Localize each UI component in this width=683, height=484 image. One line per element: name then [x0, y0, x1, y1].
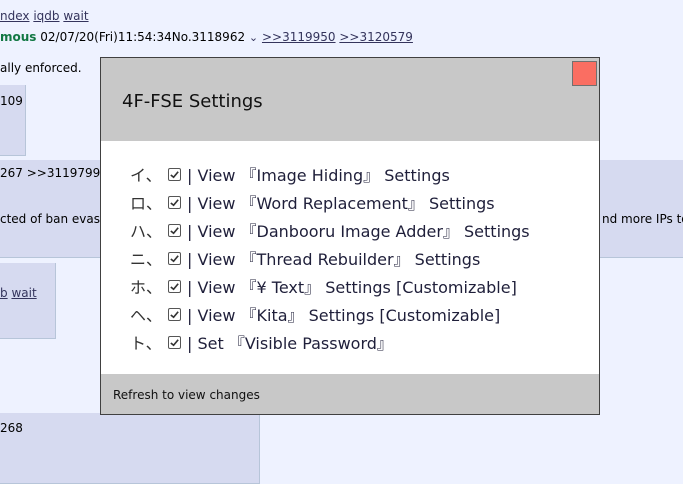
close-button[interactable]	[572, 61, 597, 86]
settings-dialog: 4F-FSE Settings イ、 | View 『Image Hiding』…	[100, 57, 600, 415]
option-marker: イ、	[130, 166, 162, 185]
dialog-footer: Refresh to view changes	[101, 374, 599, 414]
reply-links: b wait	[0, 286, 37, 300]
backlink[interactable]: >>3120579	[339, 30, 413, 44]
option-label: | View 『Word Replacement』 Settings	[187, 194, 495, 213]
option-thread-rebuilder: ニ、 | View 『Thread Rebuilder』 Settings	[130, 247, 480, 269]
wait-link[interactable]: wait	[11, 286, 36, 300]
option-marker: ヘ、	[130, 306, 163, 325]
reply-text: cted of ban evasio	[0, 212, 111, 226]
option-marker: ハ、	[130, 222, 163, 241]
option-danbooru-image-adder: ハ、 | View 『Danbooru Image Adder』 Setting…	[130, 219, 530, 241]
option-label: | View 『Thread Rebuilder』 Settings	[187, 250, 481, 269]
reply-post: 109	[0, 85, 26, 156]
chevron-down-icon[interactable]: ⌄	[249, 31, 258, 44]
reply-id: 109	[0, 94, 23, 108]
option-yen-text: ホ、 | View 『¥ Text』 Settings [Customizabl…	[130, 275, 517, 297]
post-date: 02/07/20(Fri)11:54:34	[40, 30, 172, 44]
index-link[interactable]: ndex	[0, 9, 30, 23]
poster-name: mous	[0, 30, 37, 44]
view-image-hiding-checkbox[interactable]	[168, 167, 181, 181]
iqdb-link[interactable]: iqdb	[33, 9, 59, 23]
post-top-links: ndex iqdb wait	[0, 9, 89, 23]
option-label: | View 『Image Hiding』 Settings	[187, 166, 450, 185]
iqdb-link[interactable]: b	[0, 286, 8, 300]
view-thread-rebuilder-checkbox[interactable]	[168, 251, 181, 265]
option-label: | Set 『Visible Password』	[187, 334, 393, 353]
wait-link[interactable]: wait	[63, 9, 88, 23]
reply-header: 267 >>3119799 >	[0, 166, 115, 180]
view-word-replacement-checkbox[interactable]	[168, 195, 181, 209]
reply-text-right: nd more IPs to	[602, 212, 683, 226]
dialog-body: イ、 | View 『Image Hiding』 Settings ロ、 | V…	[101, 141, 599, 374]
option-visible-password: ト、 | Set 『Visible Password』	[130, 331, 393, 353]
view-kita-checkbox[interactable]	[168, 307, 181, 321]
option-image-hiding: イ、 | View 『Image Hiding』 Settings	[130, 163, 450, 185]
reply-post: 268	[0, 413, 260, 484]
reply-id: 268	[0, 421, 23, 435]
view-danbooru-image-adder-checkbox[interactable]	[168, 223, 181, 237]
option-marker: ホ、	[130, 278, 163, 297]
set-visible-password-checkbox[interactable]	[168, 335, 181, 349]
refresh-note: Refresh to view changes	[113, 388, 260, 402]
option-marker: ニ、	[130, 250, 163, 269]
option-marker: ト、	[130, 334, 162, 353]
dialog-header: 4F-FSE Settings	[101, 58, 599, 141]
option-label: | View 『Danbooru Image Adder』 Settings	[187, 222, 530, 241]
post-number[interactable]: No.3118962	[172, 30, 245, 44]
post-body-line: ally enforced.	[0, 61, 82, 75]
reply-post: b wait	[0, 263, 56, 339]
option-word-replacement: ロ、 | View 『Word Replacement』 Settings	[130, 191, 495, 213]
option-label: | View 『Kita』 Settings [Customizable]	[187, 306, 501, 325]
post-header: mous 02/07/20(Fri)11:54:34No.3118962 ⌄ >…	[0, 30, 413, 44]
option-label: | View 『¥ Text』 Settings [Customizable]	[187, 278, 517, 297]
dialog-title: 4F-FSE Settings	[122, 91, 263, 112]
view-yen-text-checkbox[interactable]	[168, 279, 181, 293]
option-marker: ロ、	[130, 194, 163, 213]
backlink[interactable]: >>3119950	[262, 30, 336, 44]
option-kita: ヘ、 | View 『Kita』 Settings [Customizable]	[130, 303, 500, 325]
